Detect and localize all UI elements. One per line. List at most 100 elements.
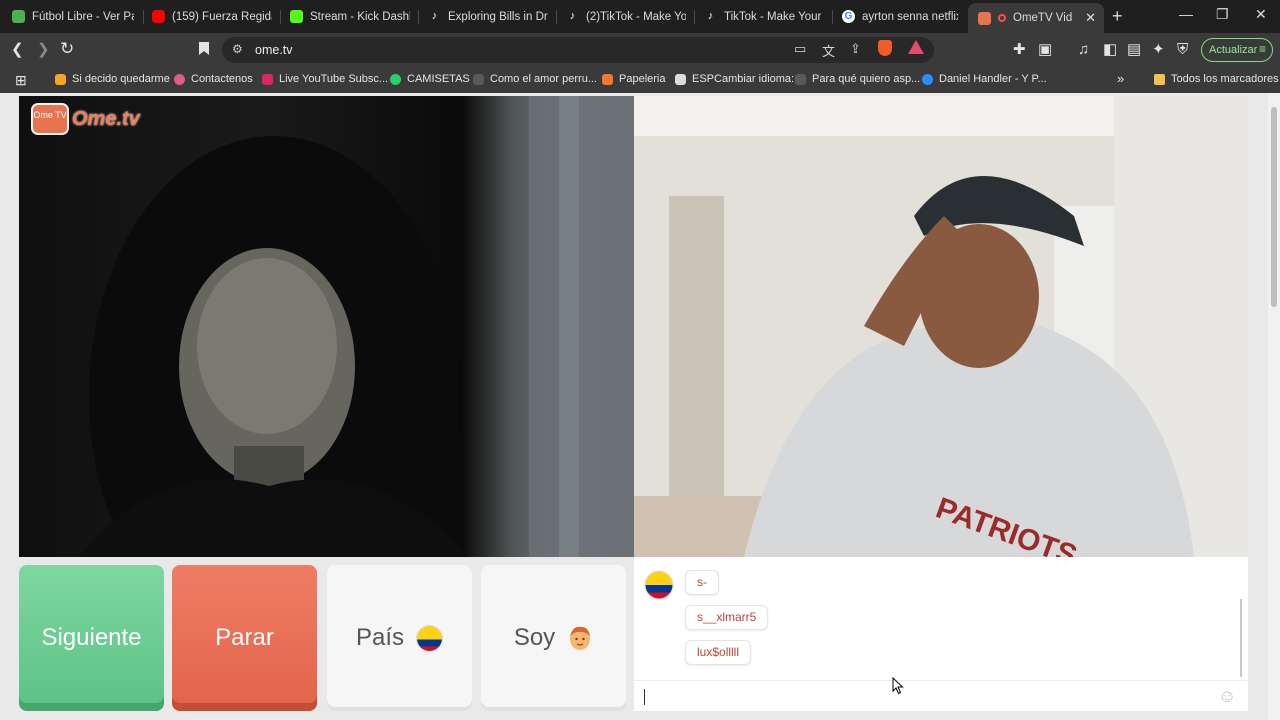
- update-button[interactable]: Actualizar ≡: [1201, 38, 1273, 62]
- bookmark-icon[interactable]: [198, 41, 210, 61]
- recording-icon: [998, 14, 1006, 22]
- new-tab-icon[interactable]: +: [1112, 6, 1123, 27]
- stop-button-label: Parar: [215, 624, 274, 651]
- bookmark-item[interactable]: Como el amor perru...: [473, 73, 597, 85]
- bookmark-label: Live YouTube Subsc...: [279, 73, 389, 85]
- bookmark-label: Si decido quedarme: [72, 73, 170, 85]
- media-icon[interactable]: ♫: [1078, 41, 1089, 59]
- tab-youtube[interactable]: (159) Fuerza Regida, N: [142, 4, 280, 29]
- more-bookmarks-icon[interactable]: »: [1117, 71, 1124, 86]
- tab-title: Stream - Kick Dashbo: [310, 10, 410, 23]
- tab-ometv-active[interactable]: OmeTV Video ✕: [968, 3, 1104, 33]
- chat-input[interactable]: [634, 681, 1214, 711]
- tab-futbol-libre[interactable]: Fútbol Libre - Ver Parti: [2, 4, 142, 29]
- country-button[interactable]: País: [327, 565, 472, 711]
- bookmark-item[interactable]: Daniel Handler - Y P...: [922, 73, 1047, 85]
- reload-icon[interactable]: ↻: [60, 40, 74, 58]
- ometv-icon: [978, 11, 991, 25]
- gender-button-label: Soy: [513, 624, 556, 651]
- youtube-icon: [152, 10, 165, 23]
- close-tab-icon[interactable]: ✕: [1079, 10, 1096, 26]
- brave-rewards-icon[interactable]: [908, 40, 924, 54]
- kick-icon: [290, 10, 303, 23]
- local-video-feed: PATRIOTS: [634, 96, 1248, 557]
- minimize-icon[interactable]: —: [1179, 6, 1193, 22]
- tab-google-search[interactable]: G ayrton senna netflix -: [832, 4, 966, 29]
- bookmark-label: CAMISETAS: [407, 73, 470, 85]
- bookmark-label: Contactenos: [191, 73, 253, 85]
- tab-title: (159) Fuerza Regida, N: [172, 10, 272, 23]
- maximize-icon[interactable]: ❐: [1216, 6, 1229, 23]
- menu-icon: ≡: [1258, 42, 1266, 56]
- partner-colombia-flag-icon: [644, 570, 674, 600]
- translate-icon[interactable]: 文: [822, 41, 835, 60]
- tab-title: (2)TikTok - Make Your: [586, 10, 686, 23]
- page-scrollbar-thumb[interactable]: [1271, 107, 1277, 307]
- logo-badge: Ome TV: [31, 103, 69, 135]
- address-bar[interactable]: ⚙ ome.tv ▭ 文 ⇪: [222, 37, 934, 63]
- ometv-logo: Ome TV Ome.tv: [31, 103, 140, 135]
- close-window-icon[interactable]: ✕: [1255, 6, 1267, 23]
- bookmark-item[interactable]: Para qué quiero asp...: [795, 73, 920, 85]
- tab-title: Fútbol Libre - Ver Parti: [32, 10, 134, 23]
- contact-icon: [174, 73, 185, 85]
- tiktok-icon: [55, 73, 66, 85]
- bookmark-item[interactable]: ESPCambiar idioma:: [675, 73, 794, 85]
- bookmark-label: ESPCambiar idioma:: [692, 73, 795, 85]
- apps-grid-icon[interactable]: ⊞: [15, 72, 27, 89]
- bookmark-item[interactable]: Live YouTube Subsc...: [262, 73, 388, 85]
- tiktok-icon: ♪: [566, 10, 579, 23]
- bookmark-item[interactable]: Papeleria: [602, 73, 665, 85]
- tab-title: ayrton senna netflix -: [862, 10, 958, 23]
- tiktok-icon: [473, 73, 484, 85]
- remote-video: Ome TV Ome.tv: [19, 96, 634, 557]
- whatsapp-icon: [390, 73, 401, 85]
- bookmark-item[interactable]: CAMISETAS: [390, 73, 470, 85]
- cloud-icon: [922, 73, 933, 85]
- cap-icon: [675, 73, 686, 85]
- browser-toolbar: ❮ ❯ ↻ ⚙ ome.tv ▭ 文 ⇪ ✚ ▣ ♫ ◧ ▤ ✦ ⛨ Actua…: [0, 33, 1280, 67]
- next-button[interactable]: Siguiente: [19, 565, 164, 711]
- bookmark-item[interactable]: Contactenos: [174, 73, 253, 85]
- sidebar-icon[interactable]: ◧: [1103, 41, 1117, 59]
- wallet-icon[interactable]: ▤: [1127, 41, 1141, 59]
- tab-title: TikTok - Make Your D: [724, 10, 824, 23]
- page-scrollbar[interactable]: [1268, 93, 1280, 720]
- next-button-label: Siguiente: [41, 624, 142, 651]
- screenshot-icon[interactable]: ▣: [1038, 41, 1052, 59]
- tab-kick[interactable]: Stream - Kick Dashbo: [280, 4, 418, 29]
- cast-icon[interactable]: ▭: [794, 41, 806, 57]
- ometv-page: Ome TV Ome.tv PATRIOTS Siguiente Parar P…: [0, 93, 1280, 720]
- shop-icon: [602, 73, 613, 85]
- bookmark-label: Como el amor perru...: [490, 73, 597, 85]
- youtube-icon: [262, 73, 273, 85]
- site-settings-icon[interactable]: ⚙: [232, 42, 243, 56]
- forward-icon[interactable]: ❯: [37, 41, 50, 59]
- tab-tiktok-bills[interactable]: ♪ Exploring Bills in Drag: [418, 4, 556, 29]
- chat-scrollbar[interactable]: [1240, 599, 1242, 677]
- bookmark-label: Daniel Handler - Y P...: [939, 73, 1047, 85]
- folder-icon: [1154, 73, 1165, 85]
- soccer-ball-icon: [12, 10, 25, 23]
- chat-panel: s- s__xlmarr5 lux$olllll ☺: [634, 557, 1248, 711]
- tab-title: OmeTV Video: [1013, 12, 1073, 24]
- update-button-label: Actualizar: [1209, 44, 1258, 56]
- gender-button[interactable]: Soy: [481, 565, 626, 711]
- chat-message: s__xlmarr5: [685, 605, 769, 630]
- back-icon[interactable]: ❮: [11, 41, 24, 59]
- brave-shields-icon[interactable]: [878, 40, 892, 56]
- logo-text: Ome.tv: [72, 107, 140, 130]
- vpn-icon[interactable]: ⛨: [1177, 41, 1188, 59]
- chat-message: s-: [685, 570, 719, 595]
- bookmark-item[interactable]: Si decido quedarme: [55, 73, 170, 85]
- remote-video-feed: [79, 96, 634, 557]
- url-text: ome.tv: [255, 43, 293, 57]
- extensions-icon[interactable]: ✚: [1013, 41, 1026, 59]
- stop-button[interactable]: Parar: [172, 565, 317, 711]
- leo-ai-icon[interactable]: ✦: [1152, 41, 1165, 59]
- emoji-icon[interactable]: ☺: [1218, 686, 1238, 706]
- all-bookmarks-folder[interactable]: Todos los marcadores: [1154, 73, 1279, 85]
- share-icon[interactable]: ⇪: [850, 41, 861, 57]
- tab-tiktok-3[interactable]: ♪ TikTok - Make Your D: [694, 4, 832, 29]
- tab-tiktok-2[interactable]: ♪ (2)TikTok - Make Your: [556, 4, 694, 29]
